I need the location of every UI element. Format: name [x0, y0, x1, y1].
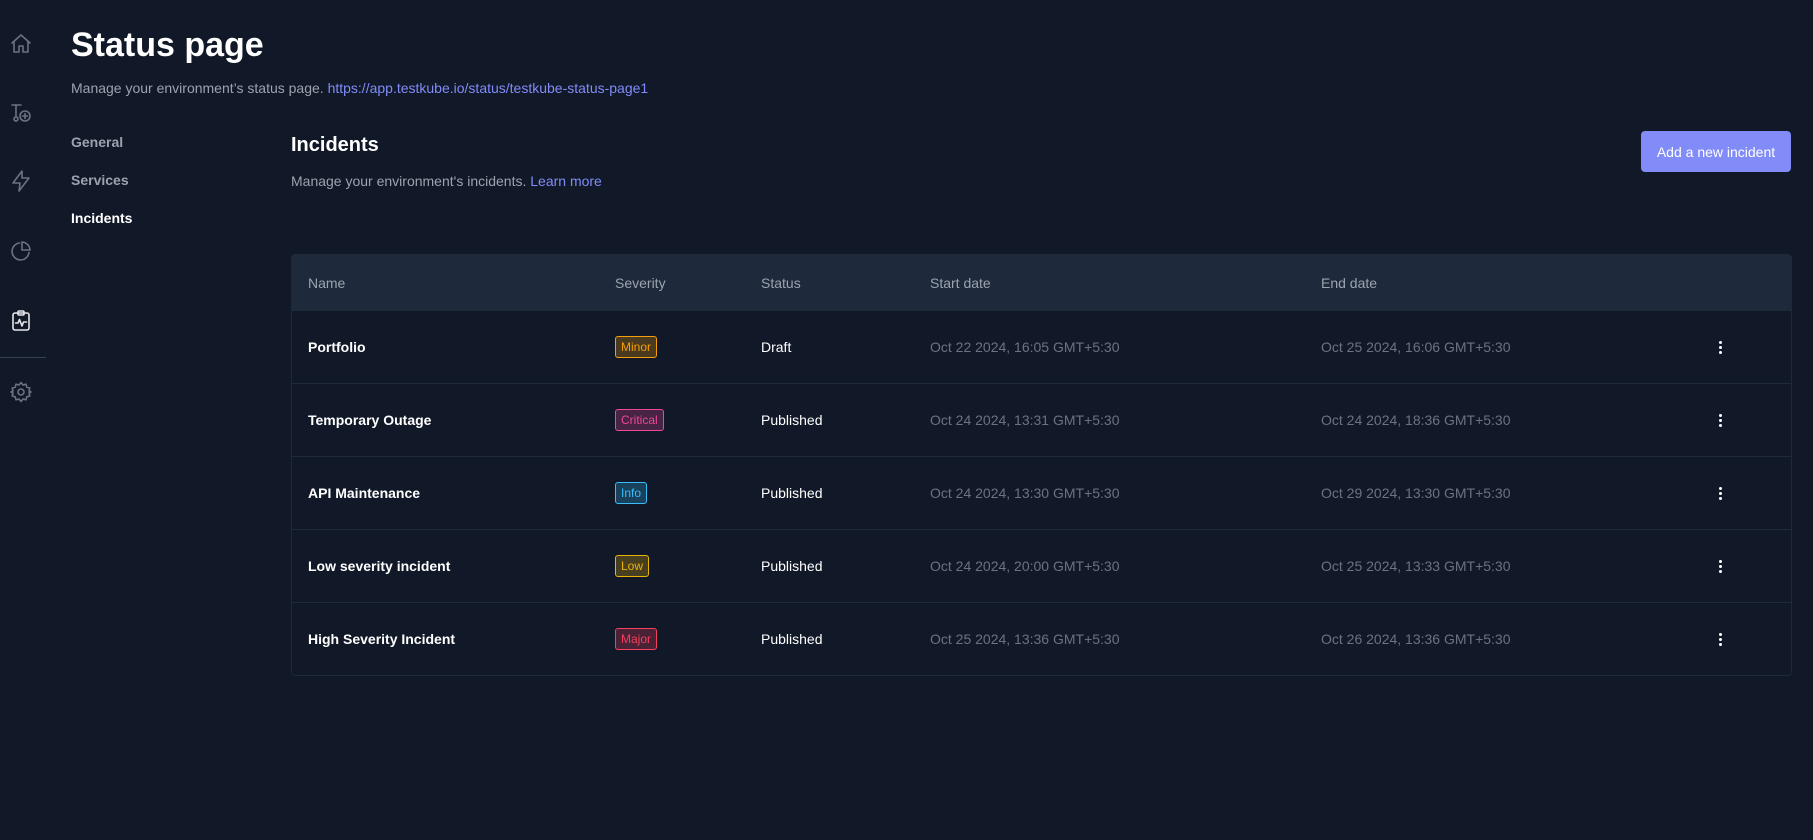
incident-start-date: Oct 25 2024, 13:36 GMT+5:30: [930, 631, 1120, 647]
incident-name: Portfolio: [308, 339, 366, 355]
severity-cell: Minor: [615, 311, 658, 383]
page-subtitle: Manage your environment’s status page. h…: [71, 80, 648, 96]
severity-cell: Major: [615, 603, 658, 675]
severity-badge: Major: [615, 628, 658, 650]
incident-end-date: Oct 25 2024, 16:06 GMT+5:30: [1321, 339, 1511, 355]
row-menu-cell: [1705, 384, 1735, 456]
column-header-name: Name: [308, 274, 346, 291]
learn-more-link[interactable]: Learn more: [530, 173, 602, 189]
page-subtitle-text: Manage your environment’s status page.: [71, 80, 324, 96]
incident-name: Temporary Outage: [308, 412, 432, 428]
incident-end-date: Oct 26 2024, 13:36 GMT+5:30: [1321, 631, 1511, 647]
severity-badge: Low: [615, 555, 650, 577]
incident-status: Draft: [761, 339, 792, 355]
more-options-icon[interactable]: [1711, 556, 1730, 577]
table-row[interactable]: High Severity Incident Major Published O…: [292, 602, 1791, 675]
row-menu-cell: [1705, 311, 1735, 383]
page-title: Status page: [71, 26, 264, 64]
incident-end-date: Oct 29 2024, 13:30 GMT+5:30: [1321, 485, 1511, 501]
table-row[interactable]: Low severity incident Low Published Oct …: [292, 529, 1791, 602]
incident-name: API Maintenance: [308, 485, 421, 501]
nav-item-incidents[interactable]: Incidents: [71, 210, 132, 228]
severity-cell: Critical: [615, 384, 664, 456]
incident-status: Published: [761, 631, 823, 647]
table-header: Name Severity Status Start date End date: [292, 255, 1791, 310]
lightning-icon[interactable]: [7, 167, 35, 195]
column-header-severity: Severity: [615, 274, 666, 291]
incident-start-date: Oct 24 2024, 13:30 GMT+5:30: [930, 485, 1120, 501]
severity-cell: Low: [615, 530, 650, 602]
table-row[interactable]: API Maintenance Info Published Oct 24 20…: [292, 456, 1791, 529]
incident-end-date: Oct 25 2024, 13:33 GMT+5:30: [1321, 558, 1511, 574]
nav-item-services[interactable]: Services: [71, 172, 132, 190]
more-options-icon[interactable]: [1711, 337, 1730, 358]
status-page-url-link[interactable]: https://app.testkube.io/status/testkube-…: [328, 80, 649, 96]
incident-end-date: Oct 24 2024, 18:36 GMT+5:30: [1321, 412, 1511, 428]
section-title: Incidents: [291, 134, 379, 156]
incident-status: Published: [761, 412, 823, 428]
incident-name: High Severity Incident: [308, 631, 456, 647]
add-incident-button[interactable]: Add a new incident: [1641, 131, 1791, 172]
severity-badge: Critical: [615, 409, 664, 431]
incident-start-date: Oct 22 2024, 16:05 GMT+5:30: [930, 339, 1120, 355]
home-icon[interactable]: [7, 30, 35, 58]
incident-status: Published: [761, 558, 823, 574]
pie-chart-icon[interactable]: [7, 237, 35, 265]
settings-icon[interactable]: [7, 378, 35, 406]
section-description-text: Manage your environment's incidents.: [291, 173, 527, 189]
add-workflow-icon[interactable]: [7, 99, 35, 127]
settings-nav: General Services Incidents: [71, 134, 132, 248]
more-options-icon[interactable]: [1711, 483, 1730, 504]
incident-name: Low severity incident: [308, 558, 451, 574]
column-header-end-date: End date: [1321, 274, 1378, 291]
row-menu-cell: [1705, 457, 1735, 529]
row-menu-cell: [1705, 603, 1735, 675]
column-header-status: Status: [761, 274, 801, 291]
section-description: Manage your environment's incidents. Lea…: [291, 173, 602, 189]
more-options-icon[interactable]: [1711, 410, 1730, 431]
severity-badge: Info: [615, 482, 648, 504]
nav-item-general[interactable]: General: [71, 134, 132, 152]
incident-start-date: Oct 24 2024, 13:31 GMT+5:30: [930, 412, 1120, 428]
rail-divider: [0, 357, 46, 358]
row-menu-cell: [1705, 530, 1735, 602]
incident-start-date: Oct 24 2024, 20:00 GMT+5:30: [930, 558, 1120, 574]
severity-cell: Info: [615, 457, 648, 529]
table-row[interactable]: Portfolio Minor Draft Oct 22 2024, 16:05…: [292, 310, 1791, 383]
more-options-icon[interactable]: [1711, 629, 1730, 650]
table-row[interactable]: Temporary Outage Critical Published Oct …: [292, 383, 1791, 456]
incident-status: Published: [761, 485, 823, 501]
severity-badge: Minor: [615, 336, 658, 358]
column-header-start-date: Start date: [930, 274, 991, 291]
incidents-table: Name Severity Status Start date End date…: [291, 254, 1792, 676]
icon-rail: [0, 0, 46, 840]
status-page-icon[interactable]: [7, 307, 35, 335]
